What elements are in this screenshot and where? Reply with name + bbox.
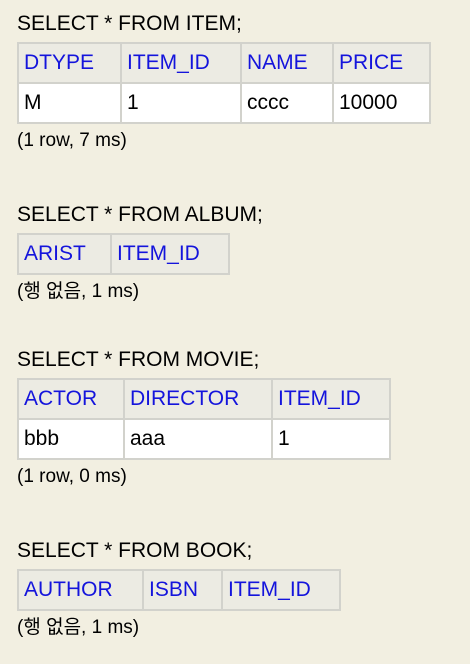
column-header[interactable]: AUTHOR [17, 569, 144, 611]
column-header[interactable]: ITEM_ID [120, 42, 242, 84]
column-header[interactable]: ISBN [142, 569, 223, 611]
table-cell: 1 [271, 418, 391, 460]
sql-statement[interactable]: SELECT * FROM ITEM; [17, 12, 431, 36]
result-summary: (1 row, 7 ms) [17, 130, 127, 151]
result-table-album: ARIST ITEM_ID [17, 233, 230, 275]
table-cell: cccc [240, 82, 334, 124]
table-header-row: ACTOR DIRECTOR ITEM_ID [17, 378, 391, 420]
table-cell: 10000 [332, 82, 431, 124]
table-row: M 1 cccc 10000 [17, 82, 431, 124]
result-table-book: AUTHOR ISBN ITEM_ID [17, 569, 341, 611]
result-table-item: DTYPE ITEM_ID NAME PRICE M 1 cccc 10000 [17, 42, 431, 124]
table-header-row: DTYPE ITEM_ID NAME PRICE [17, 42, 431, 84]
query-block-book: SELECT * FROM BOOK; AUTHOR ISBN ITEM_ID … [17, 539, 341, 639]
table-cell: bbb [17, 418, 125, 460]
column-header[interactable]: DIRECTOR [123, 378, 273, 420]
table-header-row: ARIST ITEM_ID [17, 233, 230, 275]
result-summary: (행 없음, 1 ms) [17, 281, 140, 302]
table-header-row: AUTHOR ISBN ITEM_ID [17, 569, 341, 611]
query-block-item: SELECT * FROM ITEM; DTYPE ITEM_ID NAME P… [17, 12, 431, 152]
column-header[interactable]: ITEM_ID [110, 233, 230, 275]
column-header[interactable]: ARIST [17, 233, 112, 275]
table-cell: 1 [120, 82, 242, 124]
result-table-movie: ACTOR DIRECTOR ITEM_ID bbb aaa 1 [17, 378, 391, 460]
table-row: bbb aaa 1 [17, 418, 391, 460]
query-block-movie: SELECT * FROM MOVIE; ACTOR DIRECTOR ITEM… [17, 348, 391, 488]
sql-statement[interactable]: SELECT * FROM MOVIE; [17, 348, 391, 372]
sql-statement[interactable]: SELECT * FROM BOOK; [17, 539, 341, 563]
column-header[interactable]: ACTOR [17, 378, 125, 420]
table-cell: M [17, 82, 122, 124]
sql-statement[interactable]: SELECT * FROM ALBUM; [17, 203, 263, 227]
query-block-album: SELECT * FROM ALBUM; ARIST ITEM_ID (행 없음… [17, 203, 263, 303]
result-summary: (1 row, 0 ms) [17, 466, 127, 487]
column-header[interactable]: ITEM_ID [221, 569, 341, 611]
table-cell: aaa [123, 418, 273, 460]
column-header[interactable]: ITEM_ID [271, 378, 391, 420]
column-header[interactable]: NAME [240, 42, 334, 84]
column-header[interactable]: DTYPE [17, 42, 122, 84]
result-summary: (행 없음, 1 ms) [17, 617, 140, 638]
column-header[interactable]: PRICE [332, 42, 431, 84]
